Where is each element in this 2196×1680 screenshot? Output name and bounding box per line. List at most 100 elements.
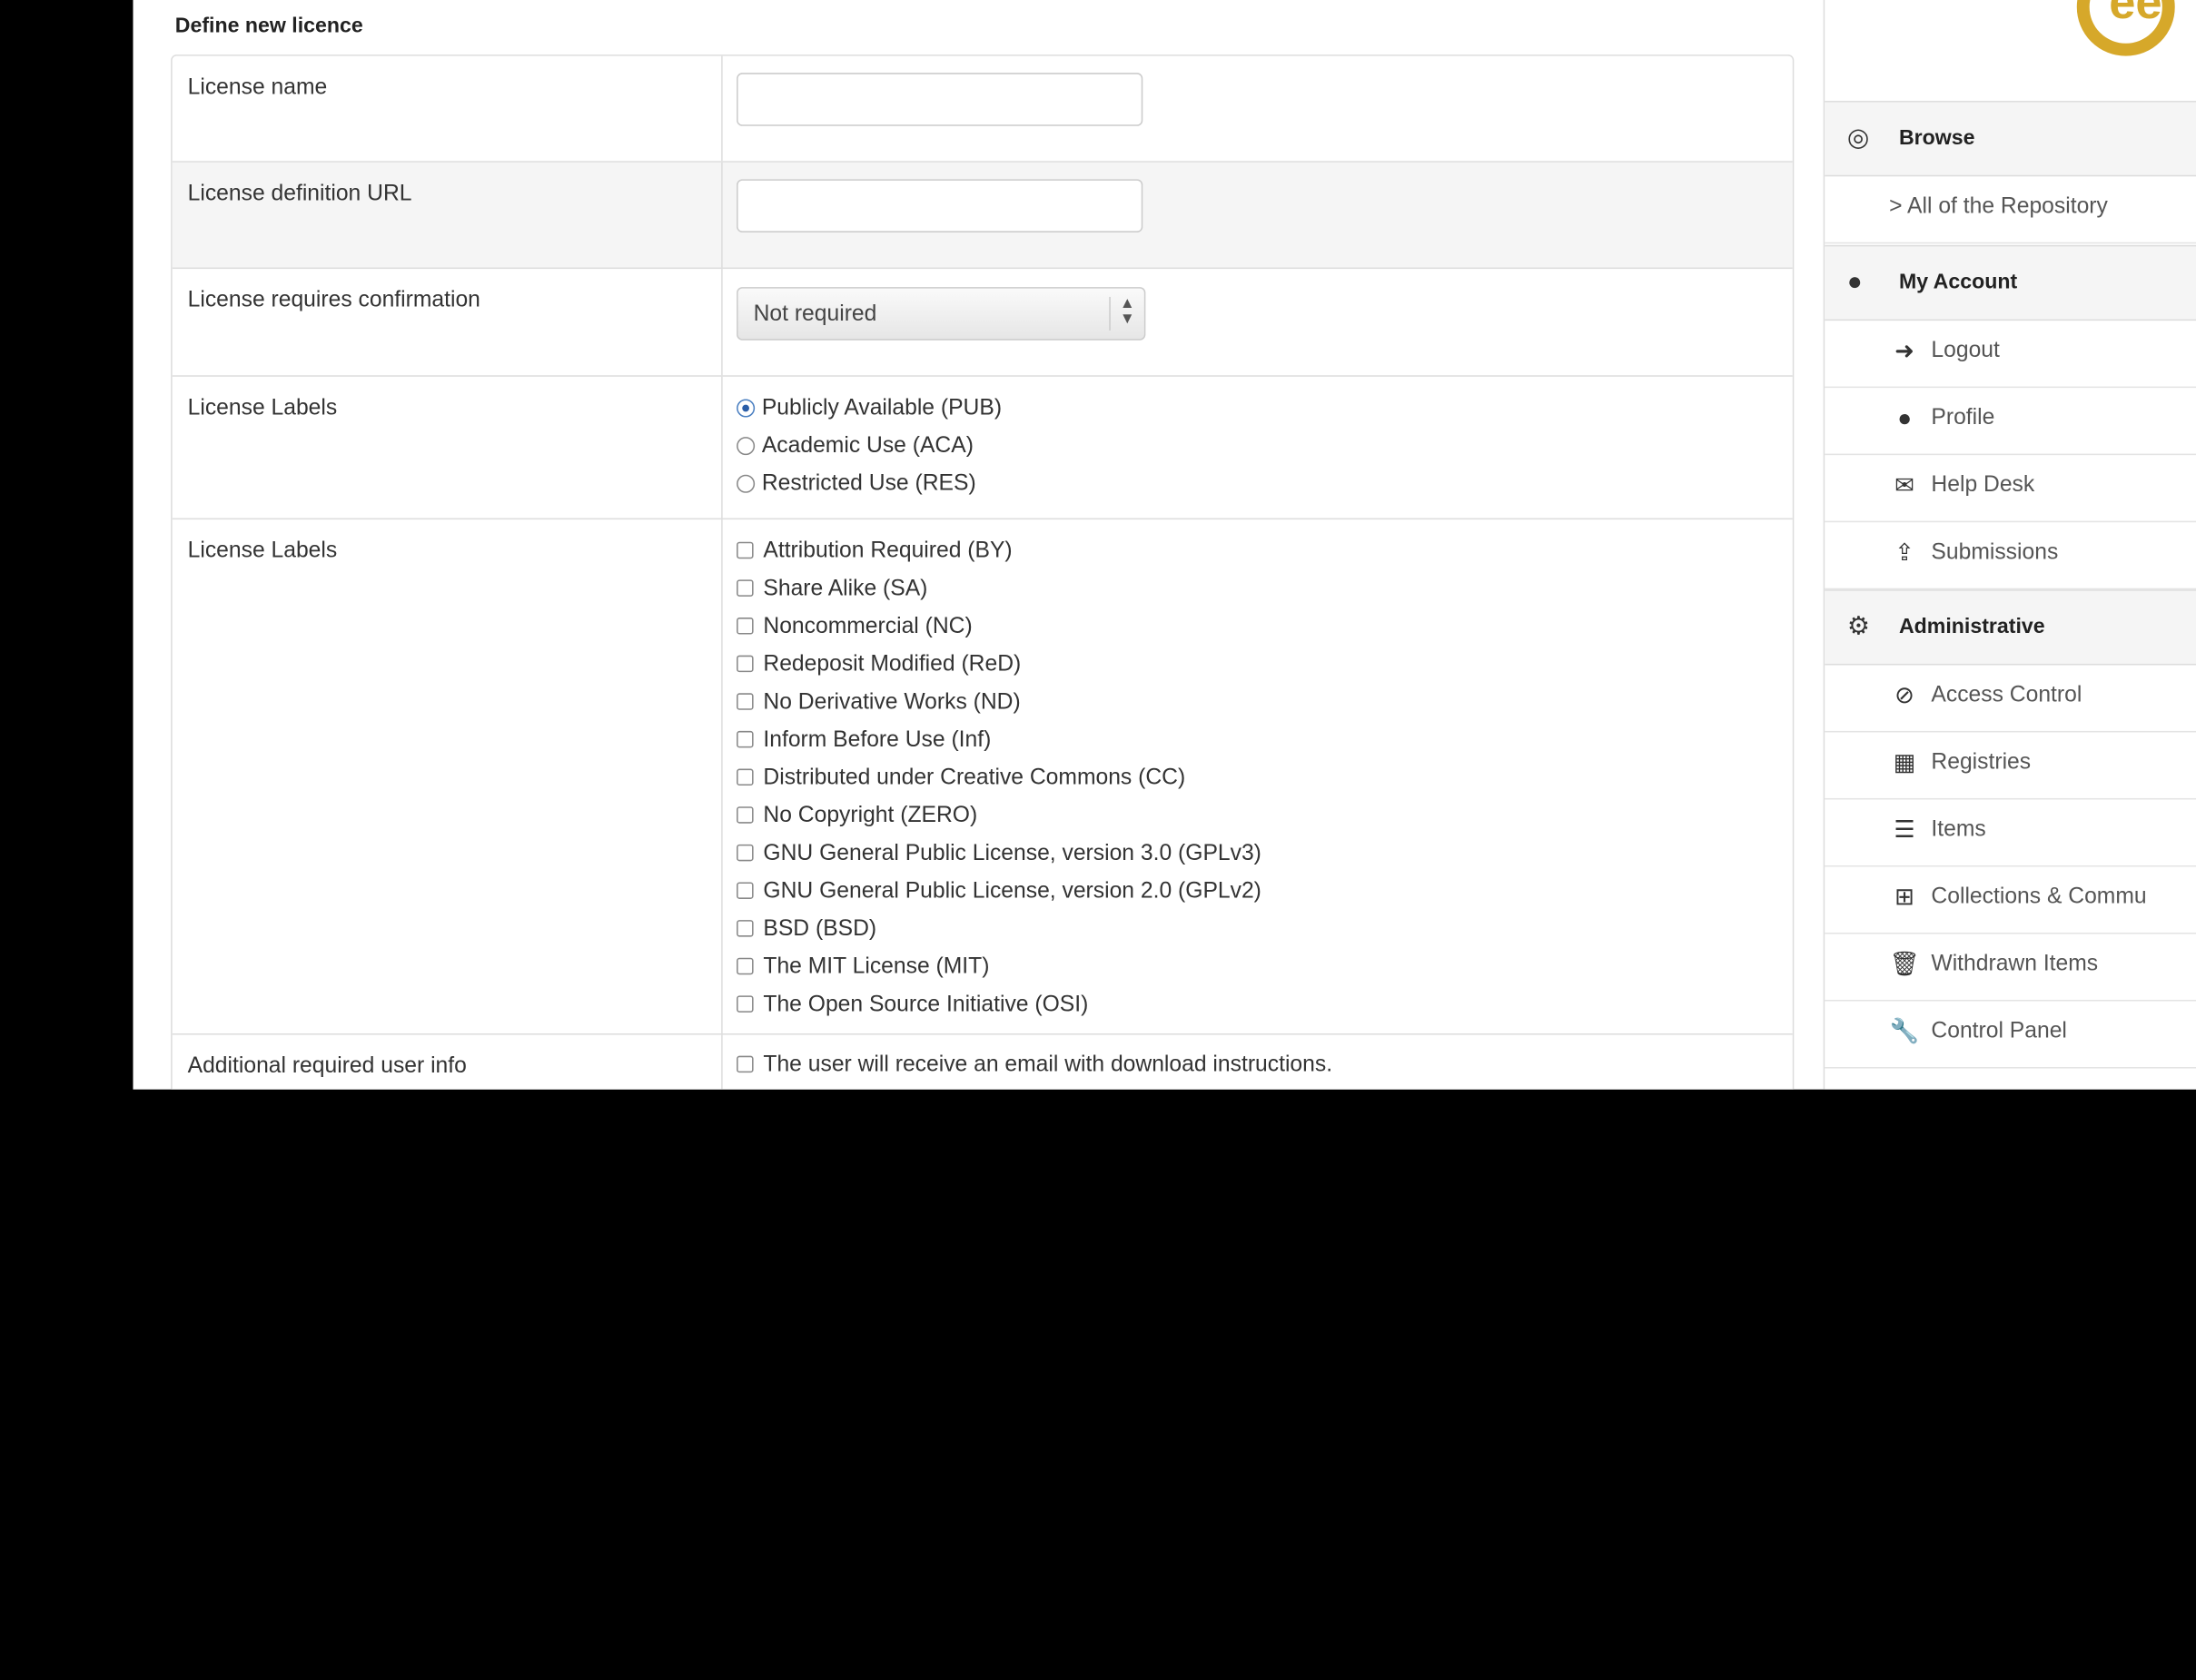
row-license-url: License definition URL (172, 162, 1793, 270)
additional-info-option-label: The user will receive an email with down… (763, 1052, 1333, 1077)
sidebar-section-my-account: ● My Account (1825, 244, 2196, 321)
additional-info-option[interactable]: The user will receive an email with down… (737, 1053, 1332, 1079)
checkbox-option-label: No Derivative Works (ND) (763, 690, 1021, 715)
license-labels-checkbox-group: Attribution Required (BY) Share Alike (SA… (721, 519, 1793, 1033)
trash-icon: 🗑 (1889, 951, 1920, 978)
checkbox-option-label: Attribution Required (BY) (763, 539, 1013, 563)
checkbox-option-the-open-source-initiative-osi[interactable]: The Open Source Initiative (OSI) (737, 993, 1088, 1018)
sidebar-item-label: Access Control (1931, 683, 2082, 707)
radio-option-publicly-available-pub[interactable]: Publicly Available (PUB) (737, 396, 1002, 421)
checkbox[interactable] (737, 693, 754, 710)
license-name-label: License name (187, 75, 328, 100)
radio-option-label: Publicly Available (PUB) (761, 396, 1003, 420)
checkbox-option-label: The Open Source Initiative (OSI) (763, 993, 1089, 1017)
checkbox-option-distributed-under-creative-commons-cc[interactable]: Distributed under Creative Commons (CC) (737, 766, 1185, 791)
checkbox-option-label: Share Alike (SA) (763, 577, 928, 601)
checkbox[interactable] (737, 995, 754, 1013)
checkbox-option-no-copyright-zero[interactable]: No Copyright (ZERO) (737, 804, 977, 829)
checkbox[interactable] (737, 806, 754, 824)
radio-button[interactable] (737, 437, 756, 456)
checkbox-option-no-derivative-works-nd[interactable]: No Derivative Works (ND) (737, 690, 1021, 716)
checkbox-option-redeposit-modified-red[interactable]: Redeposit Modified (ReD) (737, 653, 1021, 678)
sidebar-item-label: Logout (1931, 339, 2000, 363)
grid-icon: ▦ (1893, 748, 1916, 776)
sidebar-item-label: Collections & Commu (1931, 884, 2147, 909)
gears-icon: ⚙ (1846, 611, 1870, 640)
checkbox-option-gnu-general-public-license-version-3-0-gplv3[interactable]: GNU General Public License, version 3.0 … (737, 842, 1261, 867)
user-icon: ● (1846, 267, 1863, 296)
sidebar-section-title: Browse (1898, 125, 1975, 150)
checkbox[interactable] (737, 768, 754, 786)
radio-option-restricted-use-res[interactable]: Restricted Use (RES) (737, 472, 976, 498)
sidebar-section-title: My Account (1898, 270, 2018, 294)
license-form-table: License name License definition URL Lice… (171, 54, 1795, 1090)
license-labels-radio-group: Publicly Available (PUB) Academic Use (AC… (721, 376, 1793, 519)
checkbox[interactable] (737, 579, 754, 597)
select-arrows-icon: ▲ ▼ (1109, 296, 1144, 331)
sidebar-item-submissions[interactable]: ⇪ Submissions (1825, 521, 2196, 590)
sidebar-item-profile[interactable]: ● Profile (1825, 387, 2196, 456)
checkbox-option-the-mit-license-mit[interactable]: The MIT License (MIT) (737, 955, 989, 981)
checkbox-option-label: Redeposit Modified (ReD) (763, 652, 1022, 677)
checkbox-option-label: BSD (BSD) (763, 917, 877, 942)
checkbox[interactable] (737, 618, 754, 635)
row-additional-info: Additional required user info The user w… (173, 1034, 1793, 1090)
checkbox-option-attribution-required-by[interactable]: Attribution Required (BY) (737, 539, 1013, 565)
sidebar-item-label: > All of the Repository (1889, 194, 2108, 219)
user-icon: ● (1897, 404, 1913, 431)
checkbox[interactable] (737, 957, 754, 975)
confirmation-select-value: Not required (753, 302, 877, 327)
radio-button[interactable] (737, 474, 756, 493)
confirmation-select[interactable]: Not required ▲ ▼ (737, 287, 1146, 341)
sidebar-item-label: Profile (1931, 406, 1995, 430)
logout-icon: ➜ (1894, 337, 1915, 364)
sitemap-icon: ⊞ (1894, 884, 1915, 911)
radio-option-label: Restricted Use (RES) (761, 471, 976, 496)
checkbox[interactable] (737, 844, 754, 862)
sidebar: ee ◎ Browse > All of the Repository ● My… (1823, 0, 2196, 1090)
sidebar-item-registries[interactable]: ▦ Registries (1825, 731, 2196, 800)
checkbox[interactable] (737, 730, 754, 748)
row-license-labels-checkbox: License Labels Attribution Required (BY)… (172, 519, 1793, 1035)
checkbox[interactable] (737, 882, 754, 899)
checkbox-option-label: Distributed under Creative Commons (CC) (763, 766, 1186, 790)
sidebar-item-label: Withdrawn Items (1931, 952, 2099, 976)
checkbox[interactable] (737, 655, 754, 673)
additional-info-label: Additional required user info (187, 1054, 467, 1079)
sidebar-item-collections-commu[interactable]: ⊞ Collections & Commu (1825, 865, 2196, 934)
sidebar-section-administrative: ⚙ Administrative (1825, 589, 2196, 666)
sidebar-section-browse: ◎ Browse (1825, 101, 2196, 177)
checkbox-option-share-alike-sa[interactable]: Share Alike (SA) (737, 577, 927, 602)
radio-option-academic-use-aca[interactable]: Academic Use (ACA) (737, 434, 974, 460)
license-confirmation-label: License requires confirmation (187, 288, 480, 312)
sidebar-item-label: Help Desk (1931, 473, 2035, 498)
checkbox-option-inform-before-use-inf[interactable]: Inform Before Use (Inf) (737, 728, 991, 754)
sidebar-item-control-panel[interactable]: 🔧 Control Panel (1825, 1000, 2196, 1069)
sidebar-item-label: Control Panel (1931, 1019, 2067, 1043)
sidebar-item-items[interactable]: ☰ Items (1825, 798, 2196, 867)
checkbox[interactable] (737, 541, 754, 559)
sidebar-item-label: Items (1931, 817, 1986, 842)
checkbox[interactable] (737, 920, 754, 937)
row-license-name: License name (172, 55, 1793, 163)
sidebar-item-access-control[interactable]: ⊘ Access Control (1825, 664, 2196, 733)
sidebar-item-logout[interactable]: ➜ Logout (1825, 320, 2196, 389)
checkbox[interactable] (737, 1055, 754, 1073)
license-name-input[interactable] (737, 73, 1143, 126)
checkbox-option-bsd-bsd[interactable]: BSD (BSD) (737, 917, 876, 943)
license-labels-checkbox-label: License Labels (187, 539, 338, 563)
list-icon: ☰ (1894, 815, 1915, 844)
radio-button[interactable] (737, 399, 756, 418)
checkbox-option-label: GNU General Public License, version 2.0 … (763, 879, 1261, 904)
eye-slash-icon: ⊘ (1894, 681, 1915, 709)
checkbox-option-noncommercial-nc[interactable]: Noncommercial (NC) (737, 615, 973, 640)
checkbox-option-gnu-general-public-license-version-2-0-gplv2[interactable]: GNU General Public License, version 2.0 … (737, 879, 1261, 904)
license-url-input[interactable] (737, 179, 1143, 232)
radio-option-label: Academic Use (ACA) (761, 434, 974, 459)
row-license-labels-radio: License Labels Publicly Available (PUB) A… (172, 376, 1793, 520)
sidebar-item-all-repository[interactable]: > All of the Repository (1825, 175, 2196, 244)
sidebar-item-help-desk[interactable]: ✉ Help Desk (1825, 454, 2196, 523)
sidebar-item-withdrawn-items[interactable]: 🗑 Withdrawn Items (1825, 933, 2196, 1002)
sidebar-item-label: Submissions (1931, 540, 2059, 565)
envelope-icon: ✉ (1894, 471, 1915, 499)
